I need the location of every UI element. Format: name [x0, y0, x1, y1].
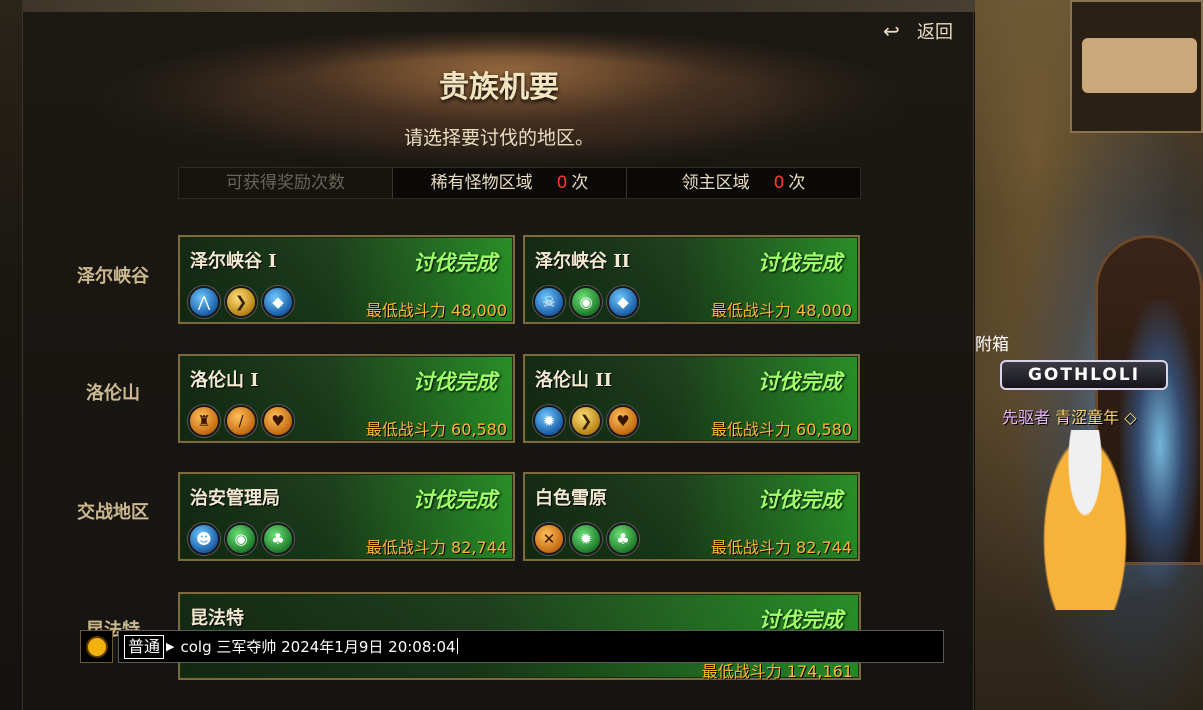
emoji-button[interactable]	[80, 630, 113, 663]
monster-icons: ♜ ∕ ♥	[188, 405, 294, 437]
green-clover-icon: ♣	[607, 523, 639, 555]
dungeon-card-security-bureau[interactable]: 治安管理局 讨伐完成 ☻ ◉ ♣ 最低战斗力 82,744	[178, 472, 515, 561]
noble-dungeon-panel: ↩ 返回 贵族机要 请选择要讨伐的地区。 可获得奖励次数 稀有怪物区域 0 次 领主…	[22, 12, 974, 710]
dungeon-name: 昆法特	[190, 608, 244, 629]
blue-gear-icon: ✹	[533, 405, 565, 437]
rare-monster-reward: 稀有怪物区域 0 次	[393, 168, 627, 198]
min-power: 最低战斗力 60,580	[365, 420, 507, 439]
monster-icons: ✕ ✹ ♣	[533, 523, 639, 555]
return-arrow-icon: ↩	[883, 19, 900, 43]
dungeon-status: 讨伐完成	[758, 487, 842, 512]
monster-icons: ☻ ◉ ♣	[188, 523, 294, 555]
orange-totem-icon: ♜	[188, 405, 220, 437]
dungeon-name: 泽尔峡谷 I	[190, 251, 277, 272]
scene-left-strip	[0, 0, 22, 710]
region-label-zel-canyon: 泽尔峡谷	[77, 266, 149, 287]
back-label: 返回	[917, 22, 953, 43]
page-title: 贵族机要	[439, 70, 559, 105]
min-power: 最低战斗力 82,744	[365, 538, 507, 557]
green-gear-icon: ✹	[570, 523, 602, 555]
min-power: 最低战斗力 60,580	[710, 420, 852, 439]
scene-top-strip	[0, 0, 1000, 12]
back-button[interactable]: ↩ 返回	[883, 18, 953, 44]
player-character[interactable]	[1040, 430, 1130, 610]
orange-heart-icon: ♥	[262, 405, 294, 437]
dungeon-card-loren-mountain-1[interactable]: 洛伦山 I 讨伐完成 ♜ ∕ ♥ 最低战斗力 60,580	[178, 354, 515, 443]
region-label-war-zone: 交战地区	[77, 502, 149, 523]
orange-heart-icon: ♥	[607, 405, 639, 437]
guild-nameplate: GOTHLOLI	[1000, 360, 1168, 390]
blue-beast-icon: ⋀	[188, 286, 220, 318]
monster-icons: ☠ ◉ ◆	[533, 286, 639, 318]
dungeon-name: 白色雪原	[535, 488, 607, 509]
dungeon-card-zel-canyon-1[interactable]: 泽尔峡谷 I 讨伐完成 ⋀ ❯ ◆ 最低战斗力 48,000	[178, 235, 515, 324]
dungeon-status: 讨伐完成	[758, 250, 842, 275]
blue-mask-icon: ☻	[188, 523, 220, 555]
green-eye-icon: ◉	[570, 286, 602, 318]
gold-claw-icon: ❯	[225, 286, 257, 318]
smiley-face-icon	[85, 635, 108, 658]
green-clover-icon: ♣	[262, 523, 294, 555]
green-eye-icon: ◉	[225, 523, 257, 555]
dungeon-name: 泽尔峡谷 II	[535, 251, 631, 272]
blue-skull-icon: ☠	[533, 286, 565, 318]
gold-claw-icon: ❯	[570, 405, 602, 437]
minimap-scroll-image	[1082, 38, 1197, 93]
dungeon-status: 讨伐完成	[413, 487, 497, 512]
rare-monster-count: 0	[556, 173, 568, 193]
dungeon-card-zel-canyon-2[interactable]: 泽尔峡谷 II 讨伐完成 ☠ ◉ ◆ 最低战斗力 48,000	[523, 235, 860, 324]
dungeon-card-white-snowfield[interactable]: 白色雪原 讨伐完成 ✕ ✹ ♣ 最低战斗力 82,744	[523, 472, 860, 561]
min-power: 最低战斗力 82,744	[710, 538, 852, 557]
character-title: 先驱者	[1002, 408, 1051, 427]
monster-icons: ⋀ ❯ ◆	[188, 286, 294, 318]
orange-swords-icon: ✕	[533, 523, 565, 555]
min-power: 最低战斗力 48,000	[365, 301, 507, 320]
channel-dropdown-icon[interactable]: ▶	[166, 640, 174, 653]
rare-monster-label: 稀有怪物区域	[430, 173, 533, 193]
dungeon-status: 讨伐完成	[758, 369, 842, 394]
dungeon-name: 洛伦山 II	[535, 370, 613, 391]
blue-crystal-icon: ◆	[607, 286, 639, 318]
dungeon-name: 治安管理局	[190, 488, 280, 509]
monster-icons: ✹ ❯ ♥	[533, 405, 639, 437]
min-power: 最低战斗力 48,000	[710, 301, 852, 320]
lord-reward: 领主区域 0 次	[627, 168, 860, 198]
gem-icon: ◇	[1124, 408, 1137, 427]
dungeon-status: 讨伐完成	[413, 250, 497, 275]
chat-input[interactable]: 普通 ▶ colg 三军夺帅 2024年1月9日 20:08:04	[118, 630, 944, 663]
reward-count-header: 可获得奖励次数	[179, 168, 393, 198]
scene-portal[interactable]	[1120, 300, 1200, 590]
page-subtitle: 请选择要讨伐的地区。	[403, 127, 594, 149]
rare-monster-unit: 次	[571, 173, 589, 193]
orange-feather-icon: ∕	[225, 405, 257, 437]
chat-channel-selector[interactable]: 普通	[124, 634, 165, 659]
character-nametag: 先驱者 青涩童年 ◇	[1002, 404, 1137, 428]
dungeon-status: 讨伐完成	[413, 369, 497, 394]
lord-label: 领主区域	[681, 173, 750, 193]
chat-input-text[interactable]: colg 三军夺帅 2024年1月9日 20:08:04	[180, 636, 457, 657]
blue-crystal-icon: ◆	[262, 286, 294, 318]
dungeon-card-loren-mountain-2[interactable]: 洛伦山 II 讨伐完成 ✹ ❯ ♥ 最低战斗力 60,580	[523, 354, 860, 443]
lord-count: 0	[773, 173, 785, 193]
character-name: 青涩童年	[1055, 408, 1120, 427]
scene-side-label: 附箱	[975, 335, 1009, 355]
region-label-loren-mountain: 洛伦山	[86, 383, 140, 404]
reward-count-bar: 可获得奖励次数 稀有怪物区域 0 次 领主区域 0 次	[178, 167, 861, 199]
dungeon-name: 洛伦山 I	[190, 370, 259, 391]
lord-unit: 次	[788, 173, 806, 193]
